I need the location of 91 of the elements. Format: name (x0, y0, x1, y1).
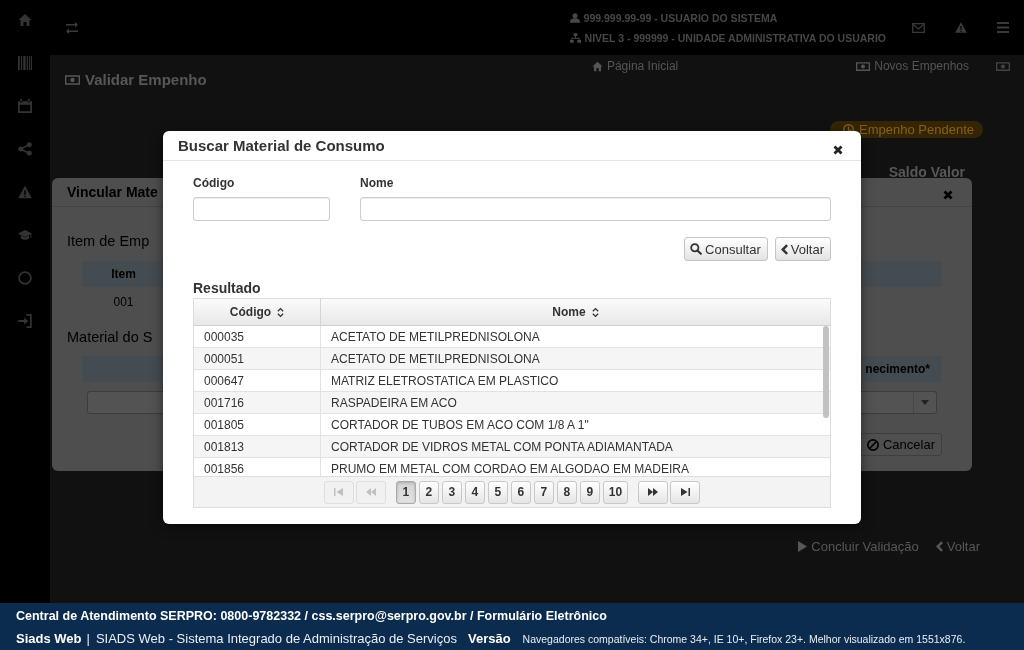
section-heading: Resultado (193, 280, 261, 296)
scrollbar-thumb[interactable] (823, 326, 829, 418)
caret-icon (921, 400, 929, 405)
back-button[interactable]: Voltar (774, 237, 831, 261)
calendar-icon[interactable] (18, 99, 32, 113)
version-label: Versão (467, 630, 511, 648)
section-heading: Item de Emp (67, 232, 150, 251)
last-page-button[interactable] (670, 480, 701, 504)
table-cell-text: 001 (112, 295, 135, 309)
page-title: Validar Empenho (85, 71, 207, 89)
table-row[interactable]: 000035 ACETATO DE METILPREDNISOLONA (194, 326, 830, 348)
table-cell: CORTADOR DE TUBOS EM ACO COM 1/8 A 1" (331, 417, 589, 432)
column-header: necimento* (865, 361, 931, 378)
dialog-title: Vincular Mate (67, 183, 158, 201)
search-button[interactable]: Consultar (684, 237, 768, 261)
page-button[interactable]: 10 (602, 480, 629, 504)
status-label: Empenho Pendente (859, 122, 974, 137)
table-cell: 001813 (204, 439, 245, 454)
section-heading: Material do S (67, 328, 153, 347)
column-header[interactable]: Nome (321, 299, 830, 325)
table-cell: ACETATO DE METILPREDNISOLONA (331, 351, 540, 366)
table-cell: CORTADOR DE VIDROS METAL COM PONTA ADIAMANTADA (331, 439, 673, 454)
table-row[interactable]: 001716 RASPADEIRA EM ACO (194, 392, 830, 414)
login-icon[interactable] (18, 314, 32, 328)
warning-icon[interactable] (18, 185, 32, 199)
app-description: SIADS Web - Sistema Integrado de Administração de Serviços (95, 630, 457, 648)
ban-icon (866, 438, 879, 451)
field-label: Nome (360, 176, 394, 190)
home-icon[interactable] (18, 13, 32, 27)
banknote-icon (65, 75, 80, 85)
input-field[interactable] (360, 197, 831, 221)
page-button[interactable]: 5 (487, 480, 508, 504)
next-page-button[interactable] (638, 480, 669, 504)
share-icon[interactable] (18, 142, 32, 156)
table-cell: MATRIZ ELETROSTATICA EM PLASTICO (331, 373, 559, 388)
user-info: 999.999.99-99 - USUARIO DO SISTEMA (583, 10, 778, 25)
close-icon (833, 144, 843, 155)
browser-note: Navegadores compatíveis: Chrome 34+, IE 10+, Firefox 23+. Melhor visualizado em 1551x876. (522, 632, 966, 647)
skip-back-icon (334, 488, 344, 496)
table-cell: 001805 (204, 417, 245, 432)
table-cell: ACETATO DE METILPREDNISOLONA (331, 329, 540, 344)
app-name: Siads Web (16, 630, 82, 648)
table-cell: 000647 (204, 373, 245, 388)
column-header: Item (110, 266, 137, 283)
field-label: Código (193, 176, 235, 190)
page-button[interactable]: 7 (533, 480, 554, 504)
menu-icon[interactable] (997, 22, 1009, 33)
barcode-icon[interactable] (18, 56, 32, 70)
close-icon (943, 190, 953, 200)
page-button[interactable]: 6 (510, 480, 531, 504)
close-button[interactable] (833, 144, 843, 155)
column-header[interactable]: Código (194, 299, 321, 325)
play-icon (798, 540, 808, 552)
table-row[interactable]: 001805 CORTADOR DE TUBOS EM ACO COM 1/8 A 1" (194, 414, 830, 436)
table-cell: 001716 (204, 395, 245, 410)
table-cell: 000035 (204, 329, 245, 344)
fast-forward-icon (648, 488, 659, 496)
page-button[interactable]: 2 (418, 480, 439, 504)
chevron-left-icon (935, 540, 943, 552)
table-row[interactable]: 001813 CORTADOR DE VIDROS METAL COM PONTA ADIAMANTADA (194, 436, 830, 458)
search-icon (690, 243, 703, 255)
table-row[interactable]: 000051 ACETATO DE METILPREDNISOLONA (194, 348, 830, 370)
unit-info: NIVEL 3 - 999999 - UNIDADE ADMINISTRATIVA DO USUARIO (584, 30, 886, 45)
page-button[interactable]: 4 (464, 480, 485, 504)
page-button[interactable]: 3 (441, 480, 462, 504)
chevron-left-icon (780, 243, 788, 255)
circle-icon[interactable] (18, 271, 32, 285)
banknote-icon[interactable] (996, 61, 1010, 71)
page-button[interactable]: 1 (395, 480, 416, 504)
user-icon (569, 12, 580, 23)
separator: | (86, 630, 90, 648)
table-row[interactable]: 000647 MATRIZ ELETROSTATICA EM PLASTICO (194, 370, 830, 392)
column-heading: Saldo Valor (888, 165, 965, 180)
page-button[interactable]: 9 (579, 480, 600, 504)
dialog-title: Buscar Material de Consumo (178, 136, 385, 155)
home-icon (591, 60, 603, 72)
table-cell: 000051 (204, 351, 245, 366)
banknote-icon (856, 61, 871, 71)
warning-icon[interactable] (955, 22, 967, 33)
table-cell: 001856 (204, 461, 245, 476)
graduation-cap-icon[interactable] (18, 228, 32, 242)
table-cell: RASPADEIRA EM ACO (331, 395, 457, 410)
page-button[interactable]: 8 (556, 480, 577, 504)
contact-info: Central de Atendimento SERPRO: 0800-9782332 / css.serpro@serpro.gov.br / Formulário Eletrônico (16, 608, 607, 625)
table-cell: PRUMO EM METAL COM CORDAO EM ALGODAO EM MADEIRA (331, 461, 690, 476)
input-field[interactable] (193, 197, 330, 221)
rewind-icon (365, 488, 376, 496)
sitemap-icon (569, 32, 581, 43)
exchange-icon[interactable] (66, 21, 78, 34)
skip-forward-icon (680, 488, 690, 496)
envelope-icon[interactable] (912, 22, 925, 33)
